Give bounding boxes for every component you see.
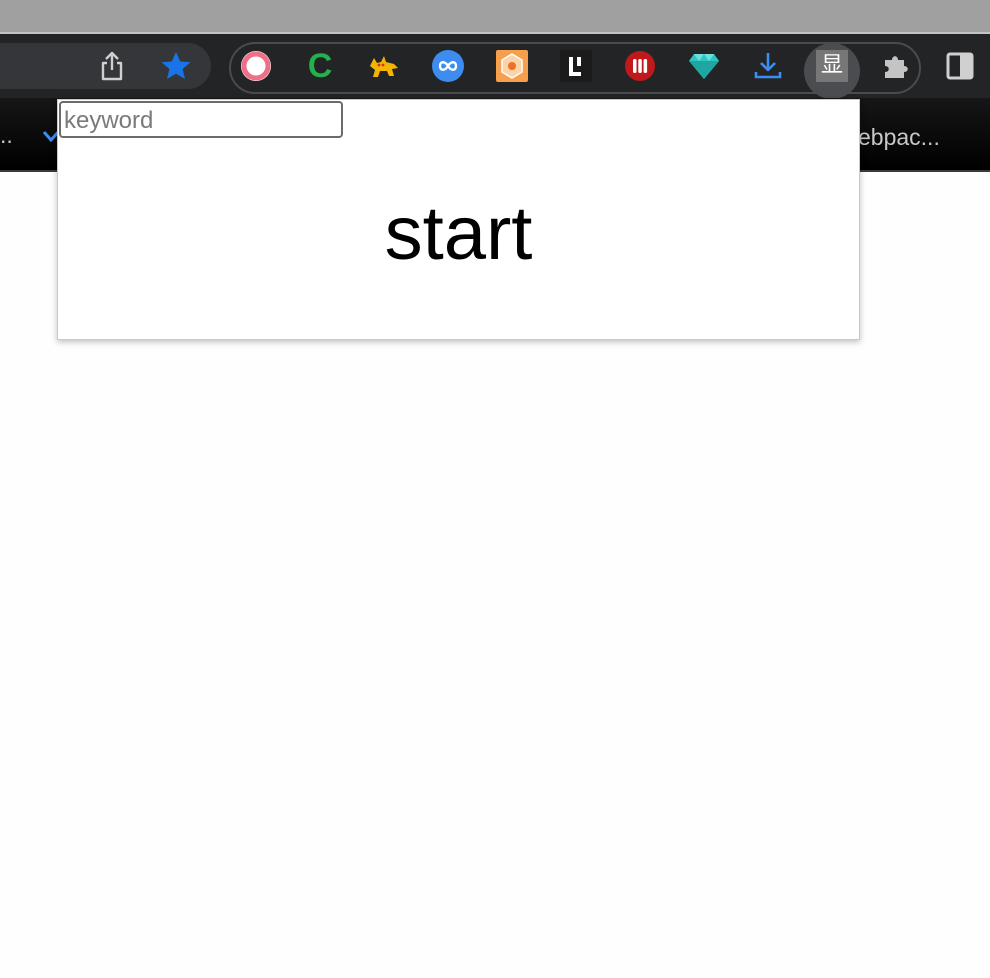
download-extension-icon[interactable] — [752, 50, 784, 82]
share-icon[interactable] — [92, 46, 132, 86]
black-l-extension-icon[interactable] — [560, 50, 592, 82]
window-title-bar — [0, 0, 990, 34]
red-bars-extension-icon[interactable] — [624, 50, 656, 82]
side-panel-icon[interactable] — [940, 46, 980, 86]
display-extension-label: 显 — [820, 53, 843, 78]
star-icon[interactable] — [156, 46, 196, 86]
keyword-input[interactable] — [59, 101, 343, 138]
browser-toolbar: C 显 — [0, 34, 990, 99]
start-button[interactable]: start — [58, 194, 859, 274]
orange-hexagon-extension-icon[interactable] — [496, 50, 528, 82]
teal-gem-extension-icon[interactable] — [688, 50, 720, 82]
display-extension-icon[interactable]: 显 — [816, 50, 848, 82]
tampermonkey-cat-extension-icon[interactable] — [368, 50, 400, 82]
pink-ring-extension-icon[interactable] — [240, 50, 272, 82]
extensions-puzzle-icon[interactable] — [880, 50, 912, 82]
bookmark-item-truncated[interactable]: .. — [0, 122, 13, 149]
bookmark-item-webpack[interactable]: ebpac... — [858, 124, 940, 151]
extension-popup: start — [57, 99, 860, 340]
blue-link-extension-icon[interactable] — [432, 50, 464, 82]
green-c-extension-icon[interactable]: C — [304, 47, 336, 85]
green-c-extension-label: C — [307, 47, 333, 85]
